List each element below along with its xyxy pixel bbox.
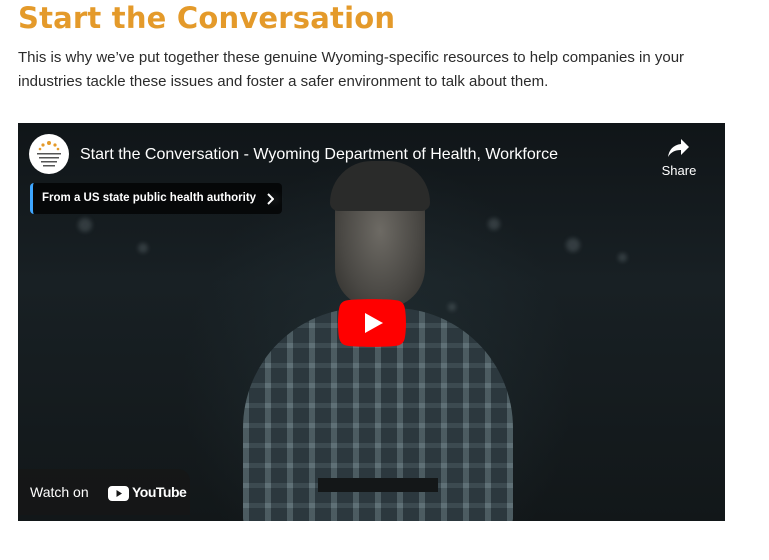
watch-on-label: Watch on bbox=[30, 484, 89, 500]
chevron-right-icon bbox=[266, 192, 275, 210]
video-title[interactable]: Start the Conversation - Wyoming Departm… bbox=[80, 145, 558, 165]
channel-logo[interactable] bbox=[29, 134, 69, 174]
authority-label: From a US state public health authority bbox=[42, 192, 257, 204]
section-heading: Start the Conversation bbox=[18, 1, 396, 35]
youtube-wordmark: YouTube bbox=[132, 484, 187, 500]
play-button[interactable] bbox=[338, 299, 406, 347]
share-label: Share bbox=[661, 163, 697, 178]
share-arrow-icon bbox=[654, 137, 704, 159]
play-icon bbox=[338, 299, 406, 347]
youtube-logo-icon: YouTube bbox=[108, 484, 187, 501]
authority-info-panel[interactable]: From a US state public health authority bbox=[30, 183, 282, 214]
youtube-embed-player[interactable]: Start the Conversation - Wyoming Departm… bbox=[18, 123, 725, 521]
watch-on-youtube-button[interactable]: Watch on YouTube bbox=[18, 469, 190, 515]
share-button[interactable]: Share bbox=[654, 137, 704, 187]
section-intro: This is why we’ve put together these gen… bbox=[18, 49, 685, 90]
